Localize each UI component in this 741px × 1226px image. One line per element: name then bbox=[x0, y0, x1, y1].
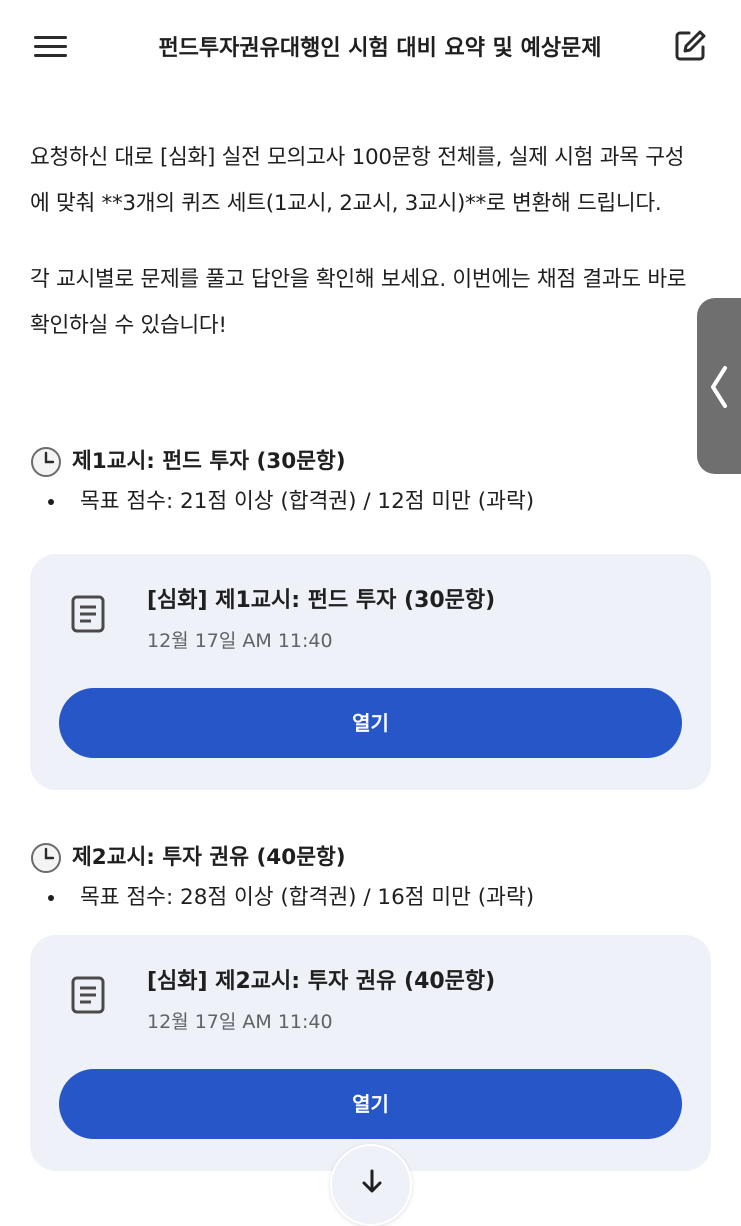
quiz-card-title: [심화] 제2교시: 투자 권유 (40문항) bbox=[147, 969, 496, 994]
target-score-text: 목표 점수: 28점 이상 (합격권) / 16점 미만 (과락) bbox=[80, 885, 535, 910]
open-button[interactable]: 열기 bbox=[59, 1069, 682, 1139]
quiz-card-2[interactable]: [심화] 제2교시: 투자 권유 (40문항) 12월 17일 AM 11:40… bbox=[30, 935, 711, 1171]
bullet-dot bbox=[48, 499, 54, 505]
top-app-bar: 펀드투자권유대행인 시험 대비 요약 및 예상문제 bbox=[0, 0, 741, 92]
session-1-section: 제1교시: 펀드 투자 (30문항) 목표 점수: 21점 이상 (합격권) /… bbox=[30, 442, 712, 522]
scroll-to-bottom-button[interactable] bbox=[330, 1144, 412, 1226]
clock-icon bbox=[31, 843, 61, 873]
session-heading-text: 제1교시: 펀드 투자 (30문항) bbox=[72, 449, 346, 474]
clock-icon bbox=[31, 447, 61, 477]
session-heading: 제1교시: 펀드 투자 (30문항) bbox=[30, 442, 712, 482]
bullet-dot bbox=[48, 895, 54, 901]
document-icon bbox=[71, 595, 105, 633]
chevron-left-icon bbox=[711, 366, 727, 408]
quiz-card-timestamp: 12월 17일 AM 11:40 bbox=[147, 1011, 333, 1033]
intro-paragraph: 요청하신 대로 [심화] 실전 모의고사 100문항 전체를, 실제 시험 과목… bbox=[30, 145, 685, 216]
document-icon bbox=[71, 976, 105, 1014]
quiz-card-1[interactable]: [심화] 제1교시: 펀드 투자 (30문항) 12월 17일 AM 11:40… bbox=[30, 554, 711, 790]
target-score-item: 목표 점수: 28점 이상 (합격권) / 16점 미만 (과락) bbox=[30, 878, 712, 918]
quiz-card-timestamp: 12월 17일 AM 11:40 bbox=[147, 630, 333, 652]
target-score-item: 목표 점수: 21점 이상 (합격권) / 12점 미만 (과락) bbox=[30, 482, 712, 522]
open-button[interactable]: 열기 bbox=[59, 688, 682, 758]
edit-icon[interactable] bbox=[670, 26, 710, 66]
hamburger-menu-icon[interactable] bbox=[30, 28, 70, 64]
session-heading-text: 제2교시: 투자 권유 (40문항) bbox=[72, 845, 346, 870]
quiz-card-title: [심화] 제1교시: 펀드 투자 (30문항) bbox=[147, 588, 496, 613]
chat-response: 요청하신 대로 [심화] 실전 모의고사 100문항 전체를, 실제 시험 과목… bbox=[30, 135, 700, 379]
page-title: 펀드투자권유대행인 시험 대비 요약 및 예상문제 bbox=[158, 36, 602, 61]
session-2-section: 제2교시: 투자 권유 (40문항) 목표 점수: 28점 이상 (합격권) /… bbox=[30, 838, 712, 918]
target-score-text: 목표 점수: 21점 이상 (합격권) / 12점 미만 (과락) bbox=[80, 489, 535, 514]
session-heading: 제2교시: 투자 권유 (40문항) bbox=[30, 838, 712, 878]
arrow-down-icon bbox=[362, 1169, 382, 1193]
instruction-paragraph: 각 교시별로 문제를 풀고 답안을 확인해 보세요. 이번에는 채점 결과도 바… bbox=[30, 267, 687, 338]
